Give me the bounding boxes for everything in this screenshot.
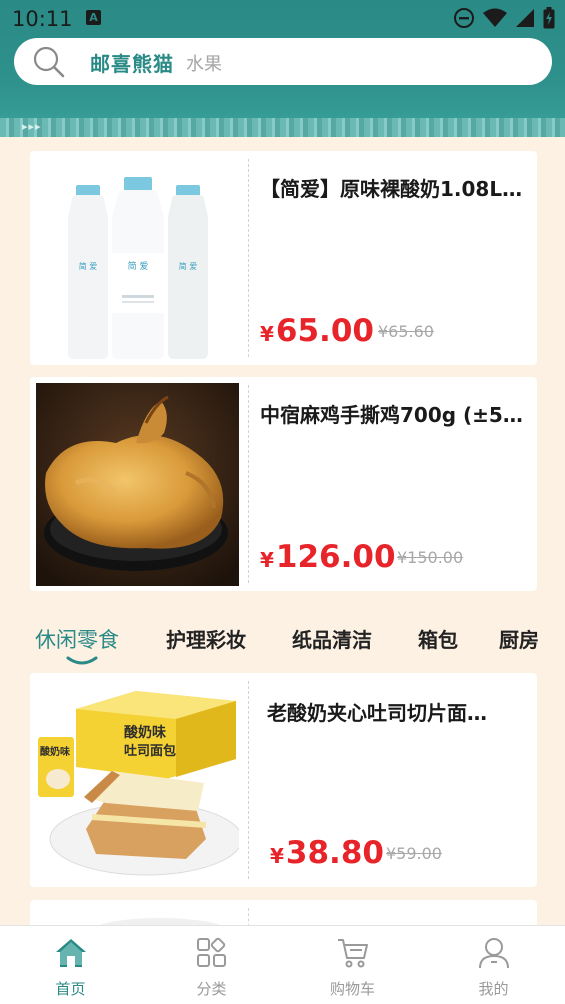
product-title[interactable]: 中宿麻鸡手撕鸡700g (±5… [260,399,530,428]
banner-strip [0,118,565,137]
active-tab-indicator [66,656,98,665]
original-price: ¥59.00 [386,844,442,863]
dnd-icon [454,8,474,28]
search-placeholder[interactable]: 水果 [186,50,222,76]
price-value: 38.80 [285,835,384,871]
banner-arrows: ▸▸▸ [22,120,42,133]
svg-text:酸奶味: 酸奶味 [124,724,166,741]
tab-paper-cleaning[interactable]: 纸品清洁 [292,624,372,653]
notification-icon: A [86,10,101,25]
original-price: ¥150.00 [397,548,464,567]
tab-kitchen[interactable]: 厨房 [499,624,539,653]
svg-text:简 爱: 简 爱 [79,261,98,271]
price-value: 65.00 [275,313,374,349]
nav-label: 我的 [478,980,509,998]
yogurt-bottles-icon: 简 爱 简 爱 简 爱 [36,157,239,360]
product-image-yogurt[interactable]: 简 爱 简 爱 简 爱 [36,157,239,360]
product-card[interactable]: 简 爱 简 爱 简 爱 【简爱】原味裸酸奶1.08L… ¥ 65.00 ¥65.… [30,151,537,365]
product-price: ¥ 65.00 [260,313,374,349]
svg-text:吐司面包: 吐司面包 [124,743,176,759]
tab-bags[interactable]: 箱包 [418,624,458,653]
price-value: 126.00 [275,539,396,575]
product-title[interactable]: 【简爱】原味裸酸奶1.08L… [260,173,530,202]
svg-text:简 爱: 简 爱 [179,261,198,271]
status-time: 10:11 [12,7,73,31]
svg-text:简 爱: 简 爱 [128,260,149,272]
card-divider [248,159,249,357]
battery-icon [543,7,555,29]
product-image-toast[interactable]: 酸奶味 吐司面包 酸奶味 [36,679,239,882]
product-title[interactable]: 老酸奶夹心吐司切片面… [267,697,507,726]
nav-mine[interactable]: 我的 [423,926,564,1004]
cart-icon [338,939,368,968]
home-icon [56,939,86,967]
original-price: ¥65.60 [378,322,434,341]
signal-icon [516,9,534,27]
wifi-icon [483,8,507,27]
product-price: ¥ 38.80 [270,835,384,871]
search-bar[interactable]: 邮喜熊猫 水果 [14,38,552,85]
nav-cart[interactable]: 购物车 [282,926,423,1004]
roast-chicken-icon [36,383,239,586]
currency-symbol: ¥ [260,322,274,346]
svg-text:酸奶味: 酸奶味 [40,745,70,758]
status-icons [453,7,555,29]
card-divider [248,385,249,583]
nav-label: 首页 [55,980,86,998]
currency-symbol: ¥ [260,548,274,572]
nav-label: 购物车 [329,980,375,998]
tab-snacks[interactable]: 休闲零食 [35,624,119,654]
card-divider [248,681,249,879]
currency-symbol: ¥ [270,844,284,868]
product-card[interactable]: 酸奶味 吐司面包 酸奶味 老酸奶夹心吐司切片面… ¥ 38.80 ¥59.00 [30,673,537,887]
nav-category[interactable]: 分类 [141,926,282,1004]
product-price: ¥ 126.00 [260,539,396,575]
yogurt-toast-bread-icon: 酸奶味 吐司面包 酸奶味 [36,679,239,882]
product-image-chicken[interactable] [36,383,239,586]
category-icon [197,937,226,967]
nav-home[interactable]: 首页 [0,926,141,1004]
status-bar: 10:11 A [0,0,565,36]
bottom-nav: 首页 分类 购物车 我的 [0,925,565,1004]
product-card[interactable]: 中宿麻鸡手撕鸡700g (±5… ¥ 126.00 ¥150.00 [30,377,537,591]
search-icon [33,46,65,78]
tab-care-makeup[interactable]: 护理彩妆 [166,624,246,653]
nav-label: 分类 [196,980,227,998]
brand-logo: 邮喜熊猫 [90,52,174,76]
user-icon [479,938,509,969]
category-tabs: 休闲零食 护理彩妆 纸品清洁 箱包 厨房 [0,620,565,668]
